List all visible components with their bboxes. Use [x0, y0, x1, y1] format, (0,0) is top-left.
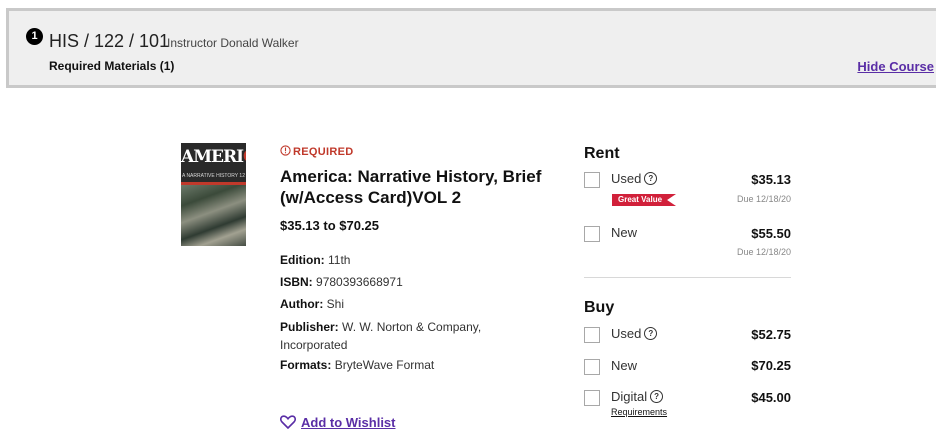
- isbn-value: 9780393668971: [316, 275, 403, 289]
- help-icon[interactable]: ?: [644, 327, 658, 340]
- rent-title: Rent: [584, 145, 620, 162]
- author-row: Author: Shi: [280, 296, 520, 312]
- publisher-row: Publisher: W. W. Norton & Company, Incor…: [280, 318, 520, 354]
- rent-used-checkbox[interactable]: [584, 172, 600, 188]
- buy-digital-price: $45.00: [751, 390, 791, 405]
- book-title: America: Narrative History, Brief (w/Acc…: [280, 167, 542, 207]
- rent-new-due-date: Due 12/18/20: [736, 247, 791, 257]
- formats-value: BryteWave Format: [334, 358, 435, 372]
- rent-used-due-date: Due 12/18/20: [736, 194, 791, 204]
- buy-digital-checkbox[interactable]: [584, 390, 600, 406]
- requirements-link[interactable]: Requirements: [611, 407, 667, 417]
- rent-used-price: $35.13: [751, 172, 791, 187]
- book-cover-title-part2: CA: [243, 147, 246, 167]
- book-cover-title-part1: AMERI: [181, 147, 244, 167]
- formats-row: Formats: BryteWave Format: [280, 357, 520, 373]
- rent-new-checkbox[interactable]: [584, 226, 600, 242]
- buy-used-option: Used?: [611, 326, 658, 341]
- buy-title: Buy: [584, 299, 615, 316]
- great-value-badge: Great Value: [612, 194, 677, 206]
- buy-used-price: $52.75: [751, 327, 791, 342]
- author-value: Shi: [326, 297, 345, 311]
- hide-course-link[interactable]: Hide Course: [857, 59, 934, 74]
- wishlist-label: Add to Wishlist: [301, 415, 396, 430]
- buy-used-label: Used: [611, 326, 642, 341]
- help-icon[interactable]: ?: [650, 390, 664, 403]
- book-cover-subtitle: A NARRATIVE HISTORY 12: [182, 173, 245, 179]
- rent-used-label: Used: [611, 171, 642, 186]
- buy-new-checkbox[interactable]: [584, 359, 600, 375]
- buy-digital-label: Digital: [611, 389, 648, 404]
- buy-used-checkbox[interactable]: [584, 327, 600, 343]
- course-number-badge: 1: [26, 28, 43, 45]
- buy-digital-option: Digital?: [611, 389, 664, 404]
- book-cover-title: AMERICA: [181, 147, 246, 167]
- buy-new-label: New: [611, 358, 638, 373]
- price-range: $35.13 to $70.25: [280, 218, 380, 233]
- add-to-wishlist-link[interactable]: Add to Wishlist: [280, 415, 396, 430]
- edition-value: 11th: [328, 253, 351, 267]
- formats-label: Formats:: [280, 358, 332, 372]
- author-label: Author:: [280, 297, 324, 311]
- help-icon[interactable]: ?: [644, 172, 658, 185]
- required-text: REQUIRED: [293, 146, 354, 158]
- section-divider: [584, 277, 791, 278]
- alert-circle-icon: [280, 145, 291, 156]
- book-cover-image: AMERICA A NARRATIVE HISTORY 12: [181, 143, 246, 246]
- edition-label: Edition:: [280, 253, 325, 267]
- edition-row: Edition: 11th: [280, 252, 520, 268]
- instructor-name: Instructor Donald Walker: [167, 36, 299, 50]
- isbn-label: ISBN:: [280, 275, 313, 289]
- heart-icon: [280, 415, 296, 429]
- book-cover-photo: [181, 185, 246, 246]
- rent-new-label: New: [611, 225, 638, 240]
- required-label: REQUIRED: [280, 145, 353, 158]
- required-materials-count: Required Materials (1): [49, 59, 175, 73]
- isbn-row: ISBN: 9780393668971: [280, 274, 520, 290]
- course-header: 1 HIS / 122 / 101 Instructor Donald Walk…: [6, 8, 936, 88]
- buy-new-price: $70.25: [751, 358, 791, 373]
- publisher-label: Publisher:: [280, 320, 339, 334]
- course-code: HIS / 122 / 101: [49, 31, 170, 51]
- rent-used-option: Used?: [611, 171, 658, 186]
- rent-new-price: $55.50: [751, 226, 791, 241]
